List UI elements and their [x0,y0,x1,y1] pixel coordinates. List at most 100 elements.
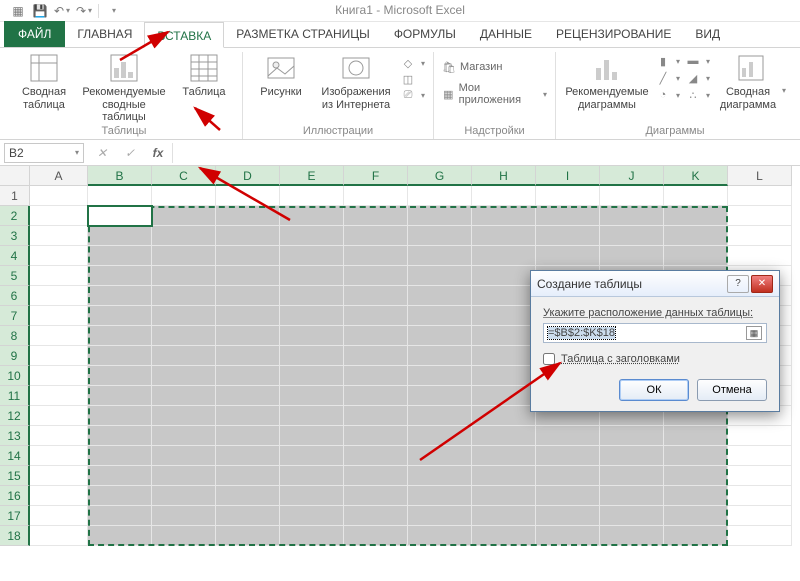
cell[interactable] [30,306,88,326]
cell[interactable] [344,266,408,286]
tab-insert[interactable]: ВСТАВКА [144,22,224,48]
tab-view[interactable]: ВИД [683,21,732,47]
cell[interactable] [216,226,280,246]
cell[interactable] [30,406,88,426]
cell[interactable] [152,226,216,246]
row-header-18[interactable]: 18 [0,526,30,546]
row-header-9[interactable]: 9 [0,346,30,366]
column-header-B[interactable]: B [88,166,152,186]
cell[interactable] [728,526,792,546]
cell[interactable] [536,466,600,486]
cell[interactable] [280,526,344,546]
cell[interactable] [280,486,344,506]
save-icon[interactable]: 💾 [32,3,48,19]
cell[interactable] [536,226,600,246]
cell[interactable] [30,346,88,366]
column-header-G[interactable]: G [408,166,472,186]
cell[interactable] [600,466,664,486]
row-header-8[interactable]: 8 [0,326,30,346]
cell[interactable] [472,446,536,466]
cell[interactable] [472,406,536,426]
cell[interactable] [280,506,344,526]
cell[interactable] [216,186,280,206]
recommended-charts-button[interactable]: Рекомендуемые диаграммы [564,52,650,112]
cell[interactable] [408,526,472,546]
cell[interactable] [536,486,600,506]
cell[interactable] [152,386,216,406]
dialog-close-button[interactable]: ✕ [751,275,773,293]
column-header-D[interactable]: D [216,166,280,186]
cell[interactable] [344,206,408,226]
cell[interactable] [344,466,408,486]
cell[interactable] [152,186,216,206]
cell[interactable] [472,506,536,526]
cell[interactable] [280,306,344,326]
row-header-7[interactable]: 7 [0,306,30,326]
online-pictures-button[interactable]: Изображения из Интернета [317,52,395,112]
cell[interactable] [344,286,408,306]
cell[interactable] [600,446,664,466]
tab-data[interactable]: ДАННЫЕ [468,21,544,47]
cell[interactable] [728,466,792,486]
cell[interactable] [88,226,152,246]
cell[interactable] [472,266,536,286]
tab-file[interactable]: ФАЙЛ [4,21,65,47]
cell[interactable] [408,266,472,286]
row-header-17[interactable]: 17 [0,506,30,526]
cell[interactable] [600,506,664,526]
cell[interactable] [600,426,664,446]
pivot-table-button[interactable]: Сводная таблица [14,52,74,112]
pictures-button[interactable]: Рисунки [251,52,311,112]
cell[interactable] [280,386,344,406]
cell[interactable] [728,486,792,506]
pie-chart-button[interactable]: ◔▾ [656,88,680,102]
cell[interactable] [664,206,728,226]
cell[interactable] [344,526,408,546]
cell[interactable] [88,386,152,406]
cell[interactable] [472,286,536,306]
cell[interactable] [88,266,152,286]
cell[interactable] [152,506,216,526]
column-header-J[interactable]: J [600,166,664,186]
cell[interactable] [88,466,152,486]
cell[interactable] [152,246,216,266]
cell[interactable] [600,206,664,226]
cell[interactable] [216,506,280,526]
line-chart-button[interactable]: ╱▾ [656,71,680,85]
cell[interactable] [472,186,536,206]
cell[interactable] [88,486,152,506]
cell[interactable] [344,506,408,526]
cell[interactable] [30,206,88,226]
cell[interactable] [408,186,472,206]
cell[interactable] [408,486,472,506]
cell[interactable] [30,186,88,206]
cell[interactable] [280,426,344,446]
cell[interactable] [728,186,792,206]
cell[interactable] [536,506,600,526]
dialog-help-button[interactable]: ? [727,275,749,293]
cell[interactable] [472,486,536,506]
cell[interactable] [472,326,536,346]
area-chart-button[interactable]: ◢▾ [686,71,710,85]
cell[interactable] [344,426,408,446]
cell[interactable] [152,406,216,426]
cell[interactable] [88,206,152,226]
cell[interactable] [216,466,280,486]
row-header-2[interactable]: 2 [0,206,30,226]
cell[interactable] [536,206,600,226]
cell[interactable] [280,226,344,246]
cell[interactable] [216,446,280,466]
cell[interactable] [472,386,536,406]
cell[interactable] [152,326,216,346]
cell[interactable] [280,246,344,266]
column-header-H[interactable]: H [472,166,536,186]
cell[interactable] [216,326,280,346]
column-chart-button[interactable]: ▮▾ [656,54,680,68]
cell[interactable] [280,326,344,346]
cell[interactable] [216,526,280,546]
cell[interactable] [408,226,472,246]
cell[interactable] [728,246,792,266]
cell[interactable] [30,286,88,306]
cell[interactable] [728,506,792,526]
store-button[interactable]: 🛍Магазин [442,60,502,74]
